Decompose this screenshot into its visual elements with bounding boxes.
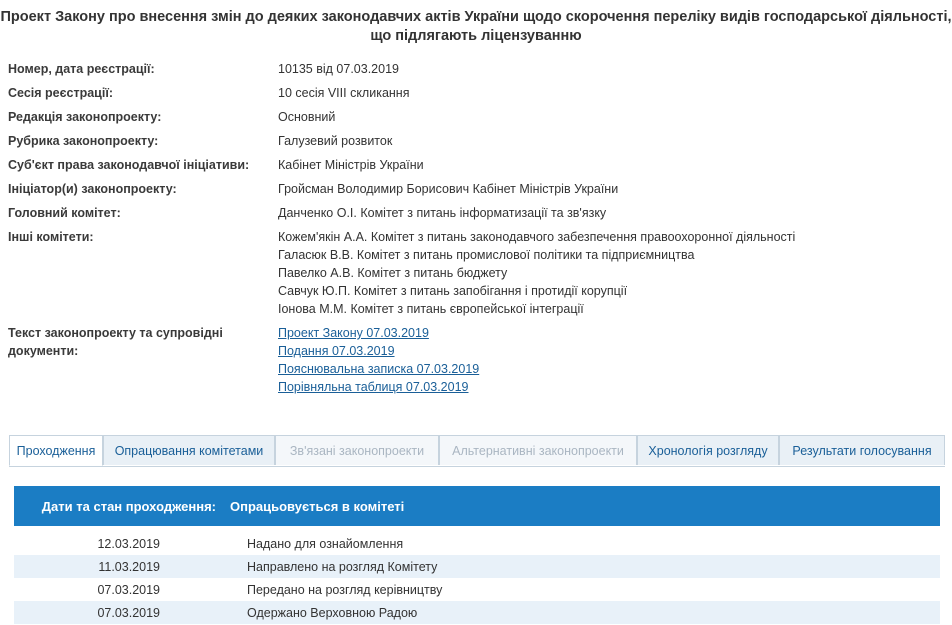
progress-header: Дати та стан проходження: Опрацьовується… (14, 486, 940, 526)
document-link-bill-text[interactable]: Проект Закону 07.03.2019 (278, 324, 948, 342)
bill-info: Номер, дата реєстрації: 10135 від 07.03.… (8, 60, 948, 402)
documents-label-line-2: документи: (8, 344, 79, 358)
progress-row-status: Направлено на розгляд Комітету (247, 559, 438, 574)
progress-row: 11.03.2019 Направлено на розгляд Комітет… (14, 555, 940, 578)
other-committee-item: Савчук Ю.П. Комітет з питань запобігання… (278, 284, 628, 298)
documents-list: Проект Закону 07.03.2019 Подання 07.03.2… (278, 324, 948, 396)
progress-row-date: 11.03.2019 (98, 559, 160, 574)
tab-voting-results[interactable]: Результати голосування (779, 435, 945, 465)
other-committee-item: Кожем'якін А.А. Комітет з питань законод… (278, 230, 796, 244)
progress-row: 07.03.2019 Передано на розгляд керівницт… (14, 578, 940, 601)
session-value: 10 сесія VIII скликання (278, 86, 410, 100)
other-committee-item: Галасюк В.В. Комітет з питань промислово… (278, 248, 695, 262)
tab-committee-processing[interactable]: Опрацювання комітетами (103, 435, 275, 465)
tab-linked-bills[interactable]: Зв'язані законопроекти (275, 435, 439, 465)
info-row-edition: Редакція законопроекту: Основний (8, 108, 948, 126)
progress-row: 07.03.2019 Одержано Верховною Радою (14, 601, 940, 624)
info-row-session: Сесія реєстрації: 10 сесія VIII скликанн… (8, 84, 948, 102)
edition-value: Основний (278, 110, 336, 124)
progress-row-date: 12.03.2019 (97, 536, 160, 551)
documents-label-line-1: Текст законопроекту та супровідні (8, 326, 223, 340)
rubric-value: Галузевий розвиток (278, 134, 393, 148)
page-title: Проект Закону про внесення змін до деяки… (0, 8, 952, 46)
tab-alternative-bills[interactable]: Альтернативні законопроекти (439, 435, 637, 465)
other-committees-list: Кожем'якін А.А. Комітет з питань законод… (278, 228, 948, 318)
progress-header-status: Опрацьовується в комітеті (230, 498, 405, 514)
page-title-line-2: що підлягають ліцензуванню (370, 28, 582, 44)
info-row-documents: Текст законопроекту та супровідні докуме… (8, 324, 948, 396)
rubric-label: Рубрика законопроекту: (8, 134, 159, 148)
document-link-explanatory-note[interactable]: Пояснювальна записка 07.03.2019 (278, 360, 948, 378)
registration-value: 10135 від 07.03.2019 (278, 62, 399, 76)
progress-row-status: Одержано Верховною Радою (247, 605, 418, 620)
progress-header-label: Дати та стан проходження: (41, 498, 216, 514)
tab-progress[interactable]: Проходження (9, 435, 103, 466)
progress-row-date: 07.03.2019 (97, 605, 160, 620)
document-link-submission[interactable]: Подання 07.03.2019 (278, 342, 948, 360)
tab-chronology[interactable]: Хронологія розгляду (637, 435, 779, 465)
other-committee-item: Іонова М.М. Комітет з питань європейсько… (278, 302, 584, 316)
tab-bar: Проходження Опрацювання комітетами Зв'яз… (9, 435, 945, 467)
page-title-line-1: Проект Закону про внесення змін до деяки… (0, 9, 952, 25)
initiator-label: Ініціатор(и) законопроекту: (8, 182, 177, 196)
info-row-main-committee: Головний комітет: Данченко О.І. Комітет … (8, 204, 948, 222)
progress-row-date: 07.03.2019 (97, 582, 160, 597)
main-committee-label: Головний комітет: (8, 206, 121, 220)
progress-panel: Дати та стан проходження: Опрацьовується… (14, 486, 940, 624)
info-row-other-committees: Інші комітети: Кожем'якін А.А. Комітет з… (8, 228, 948, 318)
subject-value: Кабінет Міністрів України (278, 158, 424, 172)
progress-row: 12.03.2019 Надано для ознайомлення (14, 532, 940, 555)
other-committees-label: Інші комітети: (8, 230, 94, 244)
document-link-comparison-table[interactable]: Порівняльна таблиця 07.03.2019 (278, 378, 948, 396)
main-committee-value: Данченко О.І. Комітет з питань інформати… (278, 206, 607, 220)
documents-label: Текст законопроекту та супровідні докуме… (8, 324, 278, 396)
progress-row-status: Надано для ознайомлення (247, 536, 404, 551)
subject-label: Суб'єкт права законодавчої ініціативи: (8, 158, 250, 172)
other-committee-item: Павелко А.В. Комітет з питань бюджету (278, 266, 508, 280)
info-row-subject: Суб'єкт права законодавчої ініціативи: К… (8, 156, 948, 174)
progress-row-status: Передано на розгляд керівництву (247, 582, 443, 597)
info-row-registration: Номер, дата реєстрації: 10135 від 07.03.… (8, 60, 948, 78)
initiator-value: Гройсман Володимир Борисович Кабінет Мін… (278, 182, 619, 196)
info-row-initiator: Ініціатор(и) законопроекту: Гройсман Вол… (8, 180, 948, 198)
session-label: Сесія реєстрації: (8, 86, 113, 100)
info-row-rubric: Рубрика законопроекту: Галузевий розвито… (8, 132, 948, 150)
registration-label: Номер, дата реєстрації: (8, 62, 155, 76)
edition-label: Редакція законопроекту: (8, 110, 162, 124)
